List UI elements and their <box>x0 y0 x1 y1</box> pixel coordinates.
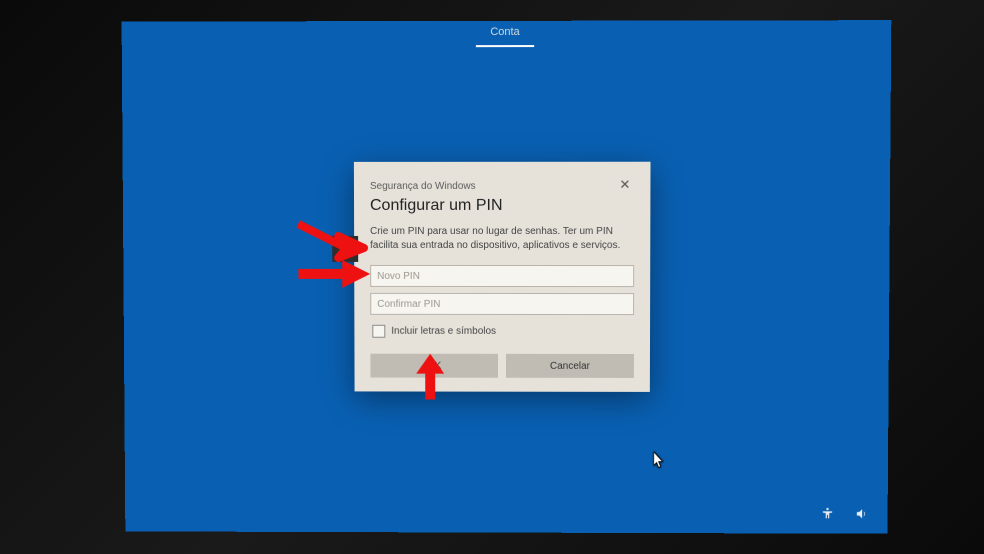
mouse-cursor-icon <box>654 452 666 470</box>
volume-icon[interactable] <box>853 507 869 526</box>
cancel-button[interactable]: Cancelar <box>506 354 634 378</box>
close-icon[interactable]: ✕ <box>615 176 634 193</box>
new-pin-input[interactable] <box>370 265 634 287</box>
include-letters-checkbox[interactable] <box>372 325 385 338</box>
confirm-pin-input[interactable] <box>370 293 634 315</box>
dialog-description: Crie um PIN para usar no lugar de senhas… <box>370 225 634 253</box>
security-badge-icon <box>332 236 358 262</box>
dialog-title: Configurar um PIN <box>370 197 503 215</box>
tab-account[interactable]: Conta <box>476 21 534 47</box>
dialog-subtitle: Segurança do Windows <box>370 181 476 192</box>
accessibility-icon[interactable] <box>819 507 835 526</box>
taskbar-tray <box>819 507 869 526</box>
tab-bar: Conta <box>122 20 892 48</box>
oobe-background: Conta Segurança do Windows Configurar um… <box>122 20 892 534</box>
pin-setup-dialog: Segurança do Windows Configurar um PIN ✕… <box>354 162 651 392</box>
include-letters-label: Incluir letras e símbolos <box>391 326 496 337</box>
ok-button[interactable]: OK <box>370 354 498 378</box>
